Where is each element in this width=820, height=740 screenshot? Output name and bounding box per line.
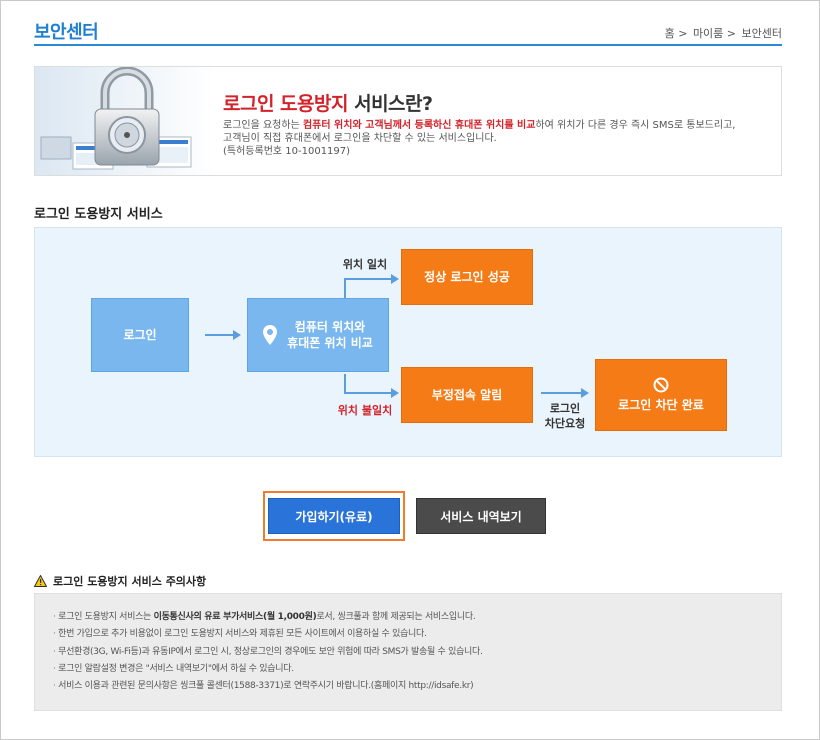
match-label: 위치 일치 — [342, 258, 388, 271]
title-divider — [34, 44, 782, 46]
caution-item: 로그인 도용방지 서비스는 이동통신사의 유료 부가서비스(월 1,000원)로… — [53, 609, 781, 626]
caution-item: 서비스 이용과 관련된 문의사항은 씽크풀 콜센터(1588-3371)로 연락… — [53, 678, 781, 695]
intro-banner: 로그인 도용방지 서비스란? 로그인을 요청하는 컴퓨터 위치와 고객님께서 등… — [34, 66, 782, 176]
caution-item: 무선환경(3G, Wi-Fi등)과 유동IP에서 로그인 시, 정상로그인의 경… — [53, 644, 781, 661]
warning-icon — [34, 575, 47, 587]
flow-step-compare: 컴퓨터 위치와 휴대폰 위치 비교 — [247, 298, 389, 372]
location-pin-icon — [263, 325, 278, 345]
padlock-illustration — [35, 67, 215, 175]
caution-title: 로그인 도용방지 서비스 주의사항 — [34, 573, 206, 589]
service-section-title: 로그인 도용방지 서비스 — [34, 207, 163, 222]
service-history-button[interactable]: 서비스 내역보기 — [416, 498, 546, 534]
mismatch-label: 위치 불일치 — [337, 404, 393, 417]
banner-heading: 로그인 도용방지 서비스란? — [223, 93, 433, 115]
breadcrumb-myroom[interactable]: 마이룸 > — [693, 27, 736, 40]
breadcrumb-home[interactable]: 홈 > — [665, 27, 688, 40]
breadcrumb: 홈 > 마이룸 > 보안센터 — [663, 25, 782, 41]
flow-step-alert: 부정접속 알림 — [401, 367, 533, 423]
service-flow-diagram: 로그인 컴퓨터 위치와 휴대폰 위치 비교 위치 일치 정상 로그인 성공 위치 … — [34, 227, 782, 457]
block-request-label: 로그인 차단요청 — [544, 402, 586, 430]
flow-step-login: 로그인 — [91, 298, 189, 372]
flow-step-success: 정상 로그인 성공 — [401, 249, 533, 305]
caution-box: 로그인 도용방지 서비스는 이동통신사의 유료 부가서비스(월 1,000원)로… — [34, 593, 782, 711]
caution-item: 로그인 알람설정 변경은 "서비스 내역보기"에서 하실 수 있습니다. — [53, 661, 781, 678]
flow-step-blocked: 로그인 차단 완료 — [595, 359, 727, 431]
page-title: 보안센터 — [34, 22, 99, 43]
banner-description: 로그인을 요청하는 컴퓨터 위치와 고객님께서 등록하신 휴대폰 위치를 비교하… — [223, 120, 736, 157]
join-button[interactable]: 가입하기(유료) — [268, 498, 400, 534]
block-icon — [653, 377, 669, 393]
caution-item: 한번 가입으로 추가 비용없이 로그인 도용방지 서비스와 제휴된 모든 사이트… — [53, 626, 781, 643]
breadcrumb-current: 보안센터 — [741, 27, 782, 40]
